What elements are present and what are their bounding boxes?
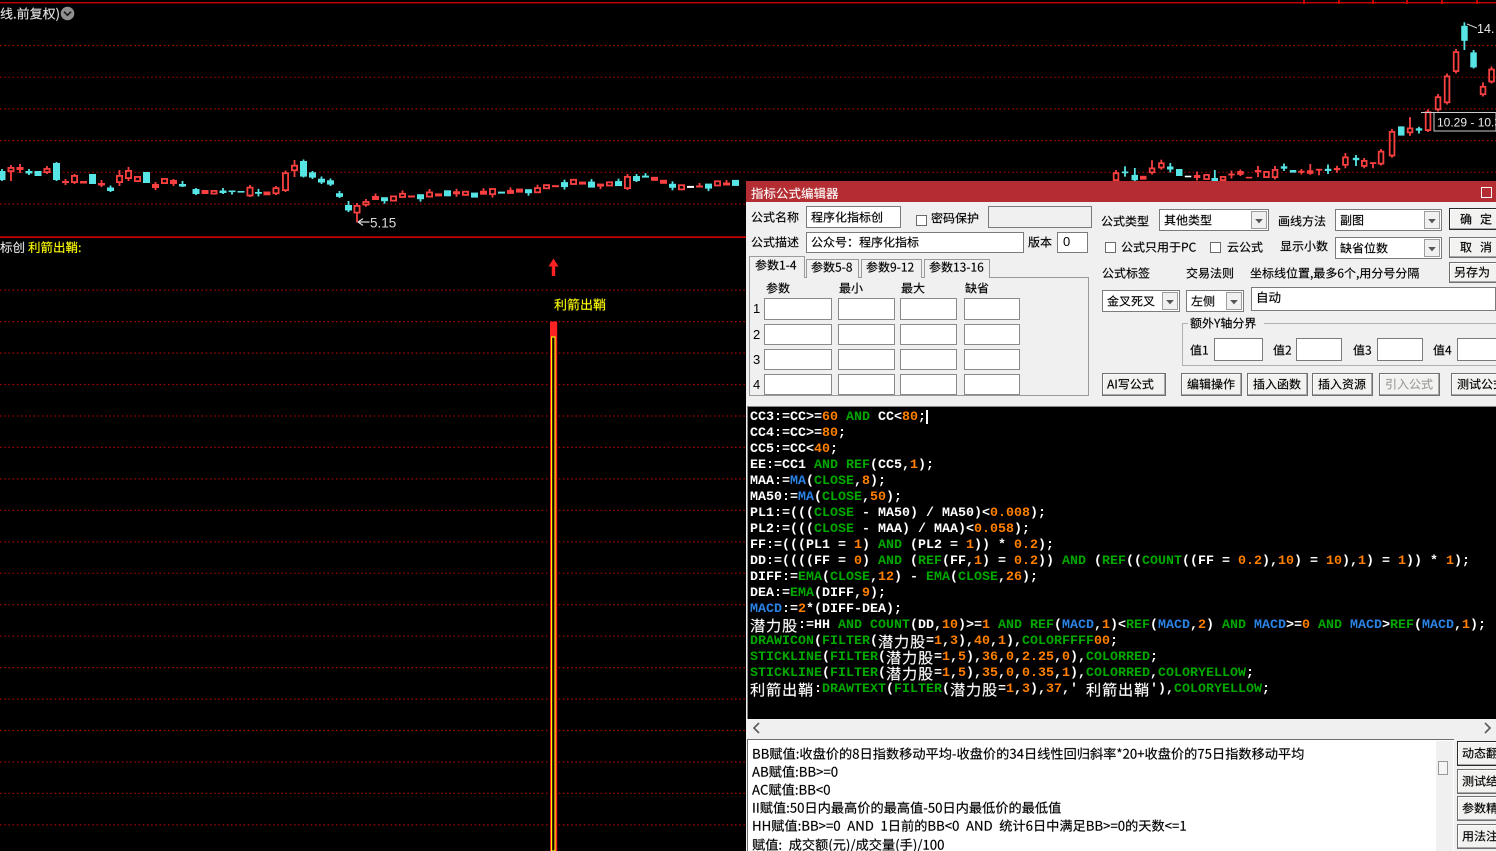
- svg-text:10.29 - 10.3: 10.29 - 10.3: [1437, 116, 1496, 130]
- svg-text:5.15: 5.15: [370, 216, 396, 231]
- svg-text:14.: 14.: [1477, 22, 1494, 36]
